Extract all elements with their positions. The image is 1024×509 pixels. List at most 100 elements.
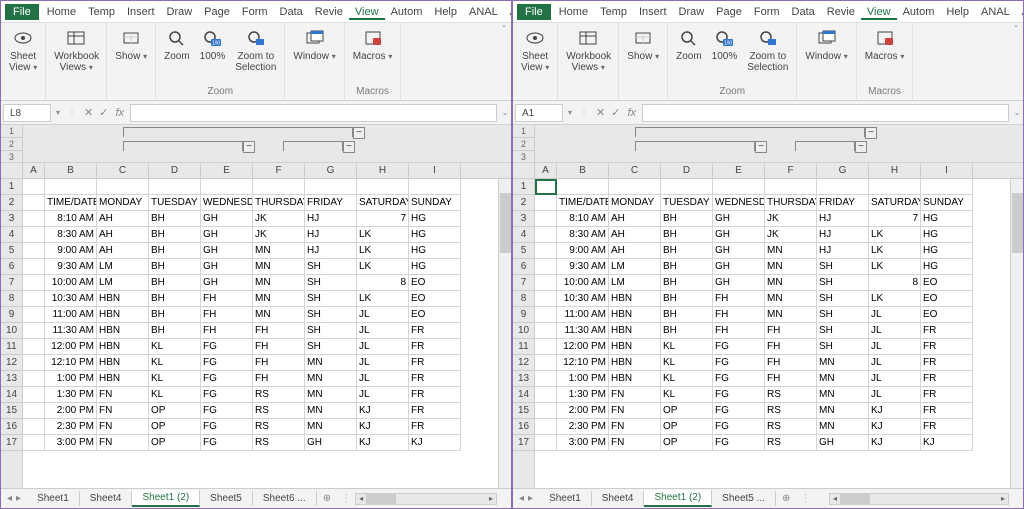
menu-help[interactable]: Help — [428, 4, 463, 20]
menu-data[interactable]: Data — [786, 4, 821, 20]
row-header-9[interactable]: 9 — [1, 307, 22, 323]
menu-anal[interactable]: ANAL — [975, 4, 1016, 20]
window-button[interactable]: Window ▾ — [291, 25, 337, 64]
row-header-6[interactable]: 6 — [1, 259, 22, 275]
zoom-button[interactable]: Zoom — [674, 25, 704, 64]
add-sheet-icon[interactable]: ⊕ — [317, 493, 337, 504]
row-header-2[interactable]: 2 — [1, 195, 22, 211]
row-header-16[interactable]: 16 — [513, 419, 534, 435]
row-header-11[interactable]: 11 — [1, 339, 22, 355]
cells[interactable]: TIME/DATEMONDAYTUESDAYWEDNESDAYTHURSDAYF… — [535, 179, 1023, 451]
zoom-sel-button[interactable]: Zoom toSelection — [233, 25, 278, 75]
window-button[interactable]: Window ▾ — [803, 25, 849, 64]
sheet-tab[interactable]: Sheet1 — [27, 491, 80, 506]
menu-page[interactable]: Page — [710, 4, 748, 20]
row-header-6[interactable]: 6 — [513, 259, 534, 275]
col-header-G[interactable]: G — [817, 163, 869, 178]
row-header-14[interactable]: 14 — [1, 387, 22, 403]
enter-icon[interactable]: ✓ — [608, 106, 623, 119]
col-header-A[interactable]: A — [23, 163, 45, 178]
row-header-3[interactable]: 3 — [513, 211, 534, 227]
sheet-tab[interactable]: Sheet4 — [80, 491, 133, 506]
name-dropdown-icon[interactable]: ▾ — [53, 108, 63, 117]
row-header-12[interactable]: 12 — [513, 355, 534, 371]
sheet-tab[interactable]: Sheet5 ... — [712, 491, 776, 506]
col-header-F[interactable]: F — [253, 163, 305, 178]
zoom-sel-button[interactable]: Zoom toSelection — [745, 25, 790, 75]
menu-data[interactable]: Data — [274, 4, 309, 20]
zoom-100-button[interactable]: 100100% — [710, 25, 740, 64]
row-header-4[interactable]: 4 — [1, 227, 22, 243]
row-header-8[interactable]: 8 — [1, 291, 22, 307]
menu-view[interactable]: View — [861, 4, 897, 20]
name-dropdown-icon[interactable]: ▾ — [565, 108, 575, 117]
horizontal-scrollbar[interactable]: ◂▸ — [829, 493, 1009, 505]
menu-form[interactable]: Form — [236, 4, 274, 20]
outline-collapse-2[interactable]: − — [243, 141, 255, 153]
row-header-8[interactable]: 8 — [513, 291, 534, 307]
row-header-10[interactable]: 10 — [1, 323, 22, 339]
tab-prev-icon[interactable]: ◂ — [7, 493, 12, 504]
ribbon-collapse-icon[interactable]: ˇ — [497, 23, 511, 100]
col-header-I[interactable]: I — [409, 163, 461, 178]
row-header-15[interactable]: 15 — [513, 403, 534, 419]
sheet-view-button[interactable]: SheetView ▾ — [7, 25, 39, 75]
macros-button[interactable]: Macros ▾ — [351, 25, 395, 64]
menu-draw[interactable]: Draw — [673, 4, 711, 20]
menu-revie[interactable]: Revie — [309, 4, 349, 20]
menu-form[interactable]: Form — [748, 4, 786, 20]
row-header-11[interactable]: 11 — [513, 339, 534, 355]
col-header-D[interactable]: D — [149, 163, 201, 178]
menu-home[interactable]: Home — [41, 4, 82, 20]
row-header-17[interactable]: 17 — [1, 435, 22, 451]
row-header-5[interactable]: 5 — [1, 243, 22, 259]
col-header-H[interactable]: H — [869, 163, 921, 178]
menu-draw[interactable]: Draw — [161, 4, 199, 20]
menu-temp[interactable]: Temp — [594, 4, 633, 20]
menu-insert[interactable]: Insert — [121, 4, 161, 20]
cancel-icon[interactable]: ✕ — [593, 106, 608, 119]
col-header-A[interactable]: A — [535, 163, 557, 178]
row-header-14[interactable]: 14 — [513, 387, 534, 403]
menu-audi[interactable]: AUDI — [504, 4, 512, 20]
zoom-button[interactable]: Zoom — [162, 25, 192, 64]
menu-view[interactable]: View — [349, 4, 385, 20]
row-header-12[interactable]: 12 — [1, 355, 22, 371]
formula-expand-icon[interactable]: ⌄ — [1011, 108, 1023, 117]
outline-collapse-2[interactable]: − — [755, 141, 767, 153]
show-button[interactable]: Show ▾ — [113, 25, 149, 64]
row-header-7[interactable]: 7 — [513, 275, 534, 291]
enter-icon[interactable]: ✓ — [96, 106, 111, 119]
menu-file[interactable]: File — [517, 4, 551, 20]
row-header-13[interactable]: 13 — [1, 371, 22, 387]
outline-collapse-3[interactable]: − — [855, 141, 867, 153]
zoom-100-button[interactable]: 100100% — [198, 25, 228, 64]
outline-collapse-3[interactable]: − — [343, 141, 355, 153]
row-header-2[interactable]: 2 — [513, 195, 534, 211]
outline-collapse-1[interactable]: − — [865, 127, 877, 139]
row-header-15[interactable]: 15 — [1, 403, 22, 419]
col-header-C[interactable]: C — [97, 163, 149, 178]
formula-input[interactable] — [130, 104, 497, 122]
tab-prev-icon[interactable]: ◂ — [519, 493, 524, 504]
add-sheet-icon[interactable]: ⊕ — [776, 493, 796, 504]
vertical-scrollbar[interactable] — [498, 179, 511, 488]
col-header-I[interactable]: I — [921, 163, 973, 178]
col-header-B[interactable]: B — [557, 163, 609, 178]
col-header-E[interactable]: E — [201, 163, 253, 178]
formula-expand-icon[interactable]: ⌄ — [499, 108, 511, 117]
col-header-E[interactable]: E — [713, 163, 765, 178]
cells[interactable]: TIME/DATEMONDAYTUESDAYWEDNESDAYTHURSDAYF… — [23, 179, 511, 451]
tab-next-icon[interactable]: ▸ — [528, 493, 533, 504]
outline-collapse-1[interactable]: − — [353, 127, 365, 139]
menu-audi[interactable]: AUDI — [1016, 4, 1024, 20]
formula-input[interactable] — [642, 104, 1009, 122]
menu-page[interactable]: Page — [198, 4, 236, 20]
sheet-tab[interactable]: Sheet6 ... — [253, 491, 317, 506]
menu-help[interactable]: Help — [940, 4, 975, 20]
sheet-tab[interactable]: Sheet1 (2) — [644, 490, 712, 507]
fx-icon[interactable]: fx — [111, 107, 128, 119]
menu-revie[interactable]: Revie — [821, 4, 861, 20]
fx-icon[interactable]: fx — [623, 107, 640, 119]
row-header-16[interactable]: 16 — [1, 419, 22, 435]
